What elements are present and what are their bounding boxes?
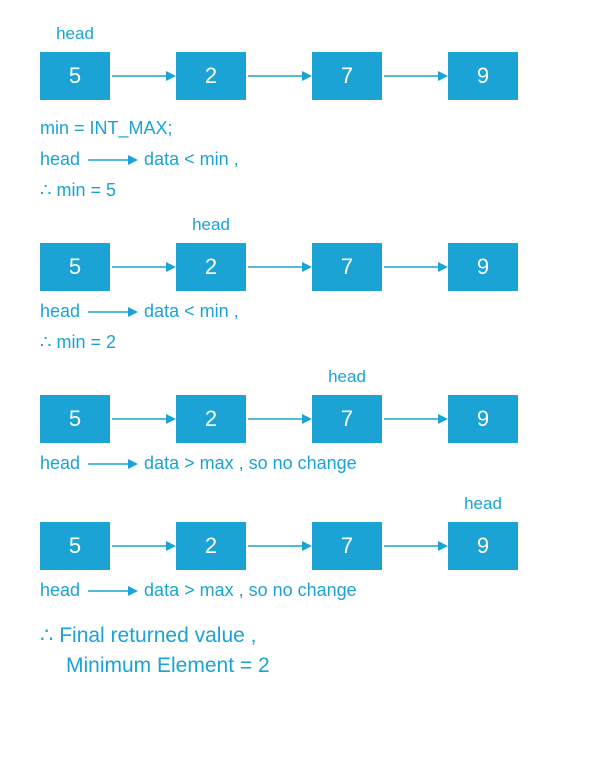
step2-compare: head data < min , bbox=[40, 301, 555, 322]
arrow-icon bbox=[382, 260, 448, 274]
arrow-icon bbox=[110, 412, 176, 426]
compare-text: data > max , so no change bbox=[144, 453, 357, 474]
arrow-icon bbox=[382, 69, 448, 83]
arrow-icon bbox=[382, 539, 448, 553]
node-0: 5 bbox=[40, 522, 110, 570]
arrow-icon bbox=[246, 412, 312, 426]
step1-result: ∴ min = 5 bbox=[40, 180, 555, 201]
init-line: min = INT_MAX; bbox=[40, 118, 555, 139]
compare-text: data > max , so no change bbox=[144, 580, 357, 601]
arrow-icon bbox=[86, 154, 138, 166]
arrow-icon bbox=[246, 539, 312, 553]
step1-compare: head data < min , bbox=[40, 149, 555, 170]
node-1: 2 bbox=[176, 522, 246, 570]
compare-text: data < min , bbox=[144, 149, 239, 170]
arrow-icon bbox=[86, 306, 138, 318]
final-line-2: Minimum Element = 2 bbox=[66, 654, 555, 678]
linked-list-row-3: 5 2 7 9 bbox=[40, 395, 555, 443]
linked-list-row-1: 5 2 7 9 bbox=[40, 52, 555, 100]
node-2: 7 bbox=[312, 52, 382, 100]
node-0: 5 bbox=[40, 52, 110, 100]
step2-result: ∴ min = 2 bbox=[40, 332, 555, 353]
arrow-icon bbox=[382, 412, 448, 426]
node-3: 9 bbox=[448, 395, 518, 443]
node-1: 2 bbox=[176, 395, 246, 443]
head-label-row-1: head bbox=[40, 24, 555, 44]
head-word: head bbox=[40, 580, 80, 601]
head-label: head bbox=[312, 367, 382, 387]
linked-list-row-4: 5 2 7 9 bbox=[40, 522, 555, 570]
node-3: 9 bbox=[448, 522, 518, 570]
head-label: head bbox=[448, 494, 518, 514]
node-2: 7 bbox=[312, 395, 382, 443]
head-label-row-2: head bbox=[40, 215, 555, 235]
node-0: 5 bbox=[40, 395, 110, 443]
head-label-row-3: head bbox=[40, 367, 555, 387]
head-word: head bbox=[40, 453, 80, 474]
node-2: 7 bbox=[312, 522, 382, 570]
arrow-icon bbox=[86, 585, 138, 597]
compare-text: data < min , bbox=[144, 301, 239, 322]
node-2: 7 bbox=[312, 243, 382, 291]
head-word: head bbox=[40, 149, 80, 170]
final-line-1: ∴ Final returned value , bbox=[40, 623, 555, 648]
head-label-row-4: head bbox=[40, 494, 555, 514]
head-label: head bbox=[176, 215, 246, 235]
node-3: 9 bbox=[448, 52, 518, 100]
arrow-icon bbox=[246, 69, 312, 83]
node-3: 9 bbox=[448, 243, 518, 291]
linked-list-row-2: 5 2 7 9 bbox=[40, 243, 555, 291]
node-0: 5 bbox=[40, 243, 110, 291]
head-label: head bbox=[40, 24, 110, 44]
step4-compare: head data > max , so no change bbox=[40, 580, 555, 601]
step3-compare: head data > max , so no change bbox=[40, 453, 555, 474]
arrow-icon bbox=[110, 260, 176, 274]
node-1: 2 bbox=[176, 52, 246, 100]
arrow-icon bbox=[110, 69, 176, 83]
head-word: head bbox=[40, 301, 80, 322]
arrow-icon bbox=[110, 539, 176, 553]
arrow-icon bbox=[246, 260, 312, 274]
node-1: 2 bbox=[176, 243, 246, 291]
arrow-icon bbox=[86, 458, 138, 470]
